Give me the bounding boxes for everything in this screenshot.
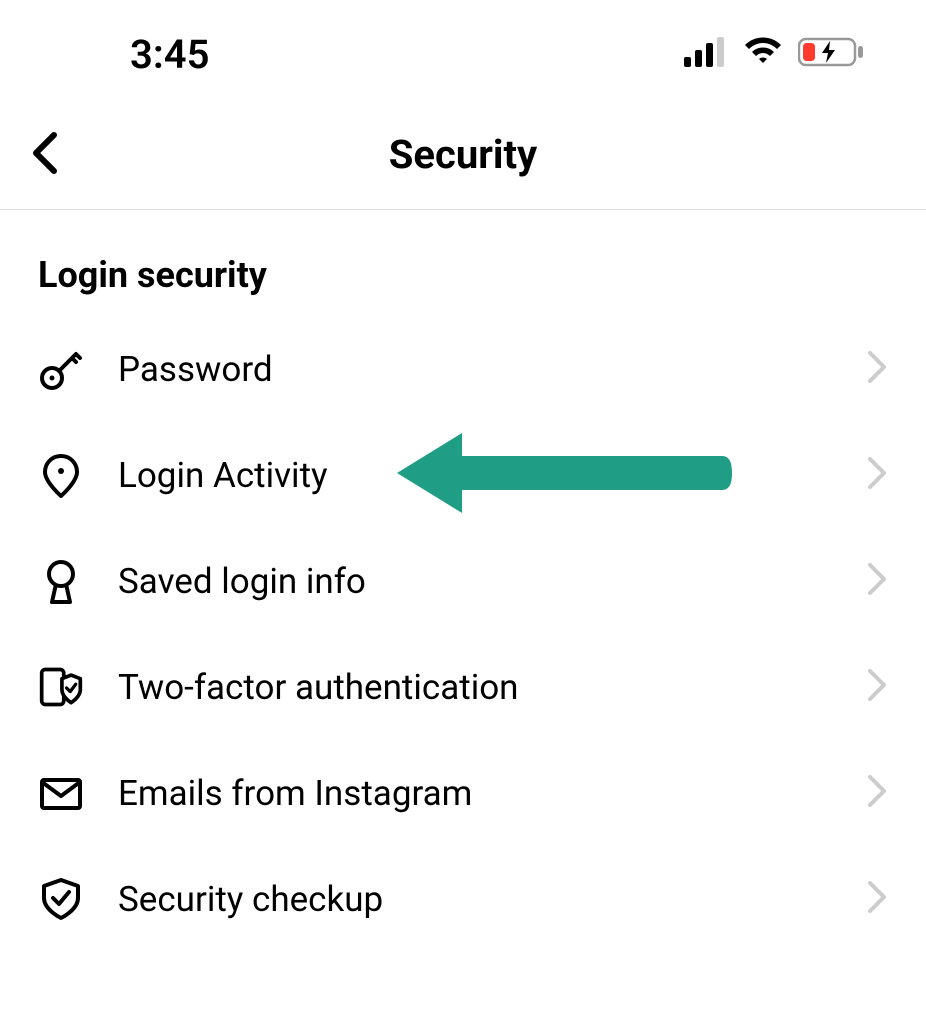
wifi-icon <box>742 37 784 71</box>
chevron-right-icon <box>866 879 888 919</box>
list-item-two-factor[interactable]: Two-factor authentication <box>0 634 926 740</box>
list-item-emails[interactable]: Emails from Instagram <box>0 740 926 846</box>
chevron-right-icon <box>866 455 888 495</box>
nav-header: Security <box>0 100 926 210</box>
list-item-password[interactable]: Password <box>0 316 926 422</box>
list-item-label: Login Activity <box>118 455 866 496</box>
envelope-icon <box>38 770 84 816</box>
back-button[interactable] <box>28 131 64 179</box>
keyhole-icon <box>38 558 84 604</box>
list-item-label: Saved login info <box>118 561 866 602</box>
key-icon <box>38 346 84 392</box>
battery-low-charging-icon <box>798 36 866 72</box>
list-item-security-checkup[interactable]: Security checkup <box>0 846 926 952</box>
chevron-right-icon <box>866 667 888 707</box>
list-item-label: Two-factor authentication <box>118 667 866 708</box>
page-title: Security <box>389 131 537 178</box>
section-header: Login security <box>0 254 926 316</box>
list-item-login-activity[interactable]: Login Activity <box>0 422 926 528</box>
status-time: 3:45 <box>130 31 209 78</box>
status-icons <box>684 36 866 72</box>
list-item-label: Emails from Instagram <box>118 773 866 814</box>
cellular-signal-icon <box>684 37 728 71</box>
shield-check-icon <box>38 876 84 922</box>
chevron-left-icon <box>28 160 64 179</box>
device-shield-icon <box>38 664 84 710</box>
content: Login security Password Login Activity <box>0 210 926 952</box>
list-item-label: Password <box>118 349 866 390</box>
chevron-right-icon <box>866 349 888 389</box>
list-item-saved-login-info[interactable]: Saved login info <box>0 528 926 634</box>
location-pin-icon <box>38 452 84 498</box>
chevron-right-icon <box>866 773 888 813</box>
status-bar: 3:45 <box>0 0 926 100</box>
chevron-right-icon <box>866 561 888 601</box>
list-item-label: Security checkup <box>118 879 866 920</box>
